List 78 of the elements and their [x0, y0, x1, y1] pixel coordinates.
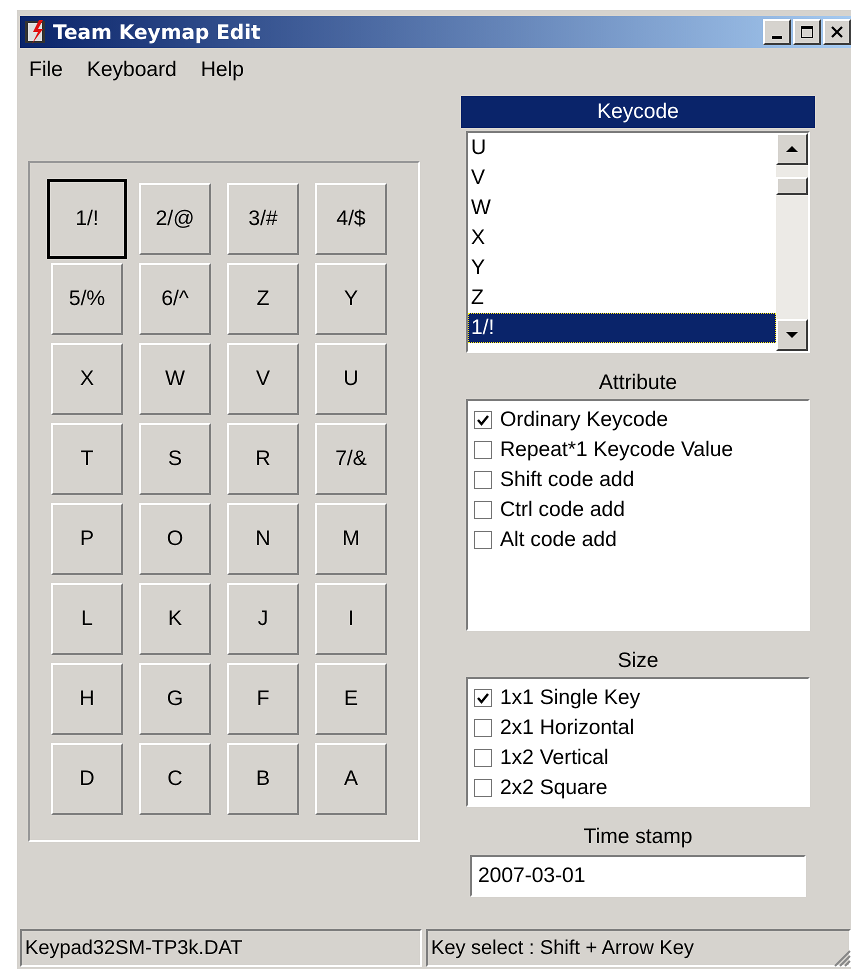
minimize-button[interactable] [763, 19, 791, 45]
menu-item[interactable]: Help [200, 58, 244, 88]
key-button[interactable]: U [315, 343, 387, 415]
menu-item[interactable]: Keyboard [86, 58, 177, 88]
checkbox[interactable] [474, 719, 492, 737]
time-stamp-field[interactable]: 2007-03-01 [470, 855, 806, 897]
section-label: Attribute [598, 370, 678, 396]
checkbox-label: 1x2 Vertical [500, 746, 609, 770]
checkbox[interactable] [474, 471, 492, 489]
checkbox[interactable] [474, 441, 492, 459]
key-button[interactable]: T [51, 423, 123, 495]
checkbox[interactable] [474, 411, 492, 429]
key-button[interactable]: G [139, 663, 211, 735]
key-button[interactable]: A [315, 743, 387, 815]
checkbox-label: Ordinary Keycode [500, 408, 668, 432]
list-item[interactable]: U [468, 133, 776, 163]
checkbox[interactable] [474, 689, 492, 707]
status-text: Key select : Shift + Arrow Key [426, 929, 851, 967]
checkbox-label: Shift code add [500, 468, 634, 492]
key-button[interactable]: 7/& [315, 423, 387, 495]
key-button[interactable]: F [227, 663, 299, 735]
key-button[interactable]: 3/# [227, 183, 299, 255]
checkbox[interactable] [474, 749, 492, 767]
key-button[interactable]: I [315, 583, 387, 655]
key-button[interactable]: M [315, 503, 387, 575]
key-button[interactable]: N [227, 503, 299, 575]
checkbox-label: Alt code add [500, 528, 617, 552]
key-button[interactable]: H [51, 663, 123, 735]
checkbox-label: 2x2 Square [500, 776, 608, 800]
key-button[interactable]: Y [315, 263, 387, 335]
checkbox-label: 1x1 Single Key [500, 686, 640, 710]
key-button[interactable]: 5/% [51, 263, 123, 335]
scrollbar[interactable] [776, 133, 808, 351]
key-button[interactable]: L [51, 583, 123, 655]
list-item[interactable]: V [468, 163, 776, 193]
maximize-button[interactable] [793, 19, 821, 45]
key-button[interactable]: W [139, 343, 211, 415]
key-button[interactable]: 1/! [47, 179, 127, 259]
checkbox-label: Ctrl code add [500, 498, 625, 522]
checkbox-label: 2x1 Horizontal [500, 716, 634, 740]
checkbox-label: Repeat*1 Keycode Value [500, 438, 734, 462]
section-label: Size [618, 648, 658, 674]
key-button[interactable]: J [227, 583, 299, 655]
keycode-header: Keycode [461, 96, 815, 128]
key-button[interactable]: S [139, 423, 211, 495]
list-item[interactable]: Z [468, 283, 776, 313]
key-button[interactable]: O [139, 503, 211, 575]
minimize-icon [772, 36, 782, 38]
key-button[interactable]: X [51, 343, 123, 415]
key-button[interactable]: 6/^ [139, 263, 211, 335]
scroll-thumb[interactable] [776, 177, 808, 195]
up-arrow-icon [785, 145, 799, 153]
key-button[interactable]: Z [227, 263, 299, 335]
key-button[interactable]: C [139, 743, 211, 815]
list-item[interactable]: Y [468, 253, 776, 283]
key-button[interactable]: P [51, 503, 123, 575]
key-button[interactable]: K [139, 583, 211, 655]
key-button[interactable]: 2/@ [139, 183, 211, 255]
close-icon [830, 25, 844, 39]
key-button[interactable]: B [227, 743, 299, 815]
down-arrow-icon [785, 331, 799, 339]
status-text: Keypad32SM-TP3k.DAT [20, 929, 422, 967]
list-item[interactable]: 1/! [468, 313, 776, 343]
maximize-icon [800, 25, 814, 39]
field-label: Time stamp [584, 824, 692, 850]
checkbox[interactable] [474, 531, 492, 549]
key-button[interactable]: 4/$ [315, 183, 387, 255]
checkbox[interactable] [474, 779, 492, 797]
window-title: Team Keymap Edit [53, 20, 262, 44]
close-button[interactable] [823, 19, 851, 45]
key-button[interactable]: E [315, 663, 387, 735]
key-button[interactable]: V [227, 343, 299, 415]
list-item[interactable]: X [468, 223, 776, 253]
key-button[interactable]: R [227, 423, 299, 495]
checkbox[interactable] [474, 501, 492, 519]
menu-item[interactable]: File [29, 58, 63, 88]
list-item[interactable]: W [468, 193, 776, 223]
key-button[interactable]: D [51, 743, 123, 815]
